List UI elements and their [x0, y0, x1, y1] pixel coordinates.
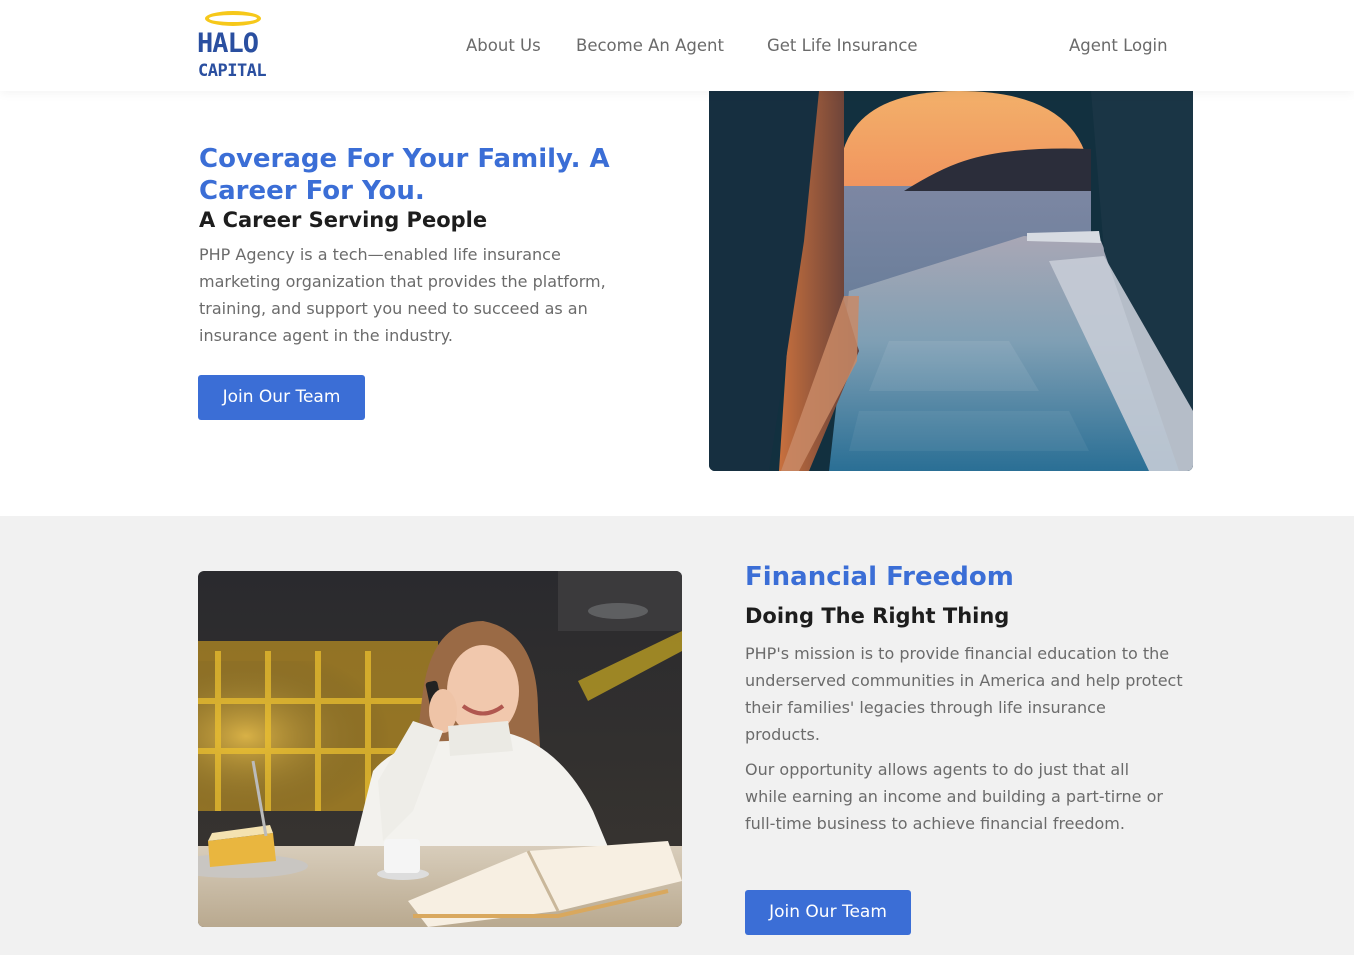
hero-section: Coverage For Your Family. A Career For Y… — [0, 91, 1354, 516]
freedom-body-text-mission: PHP's mission is to provide financial ed… — [745, 644, 1183, 744]
halo-ring-icon — [205, 11, 261, 26]
nav-get-life-insurance[interactable]: Get Life Insurance — [767, 34, 918, 58]
site-header: HALO CAPITAL About Us Become An Agent Ge… — [0, 0, 1354, 91]
financial-freedom-section: Financial Freedom Doing The Right Thing … — [0, 516, 1354, 955]
nav-become-an-agent[interactable]: Become An Agent — [576, 34, 724, 58]
woman-on-phone-cafe-photo — [198, 571, 682, 927]
join-our-team-button-2[interactable]: Join Our Team — [745, 890, 911, 935]
halo-capital-logo[interactable]: HALO CAPITAL — [197, 9, 273, 83]
hero-headline: Coverage For Your Family. A Career For Y… — [199, 144, 610, 206]
nav-agent-login[interactable]: Agent Login — [1069, 34, 1168, 58]
join-our-team-button[interactable]: Join Our Team — [198, 375, 365, 420]
hero-subhead: A Career Serving People — [199, 208, 488, 232]
freedom-headline: Financial Freedom — [745, 562, 1014, 592]
logo-wordmark-halo: HALO — [197, 28, 259, 59]
hero-body-text: PHP Agency is a tech—enabled life insura… — [199, 245, 606, 345]
freedom-subhead: Doing The Right Thing — [745, 604, 1010, 628]
sunset-pool-arch-photo — [709, 91, 1193, 471]
logo-wordmark-capital: CAPITAL — [198, 61, 267, 81]
nav-about-us[interactable]: About Us — [466, 34, 541, 58]
freedom-body-text-opportunity: Our opportunity allows agents to do just… — [745, 760, 1163, 833]
